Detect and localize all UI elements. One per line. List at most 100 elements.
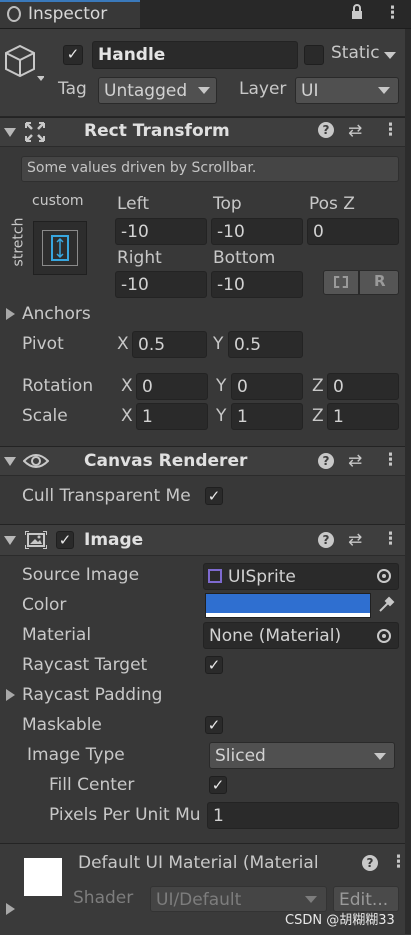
foldout-arrow-icon[interactable] (4, 536, 16, 545)
foldout-arrow-icon[interactable] (4, 128, 16, 137)
gameobject-cube-icon[interactable] (4, 42, 45, 87)
dashed-rect-icon (334, 276, 348, 288)
inspector-tab[interactable]: Inspector (0, 0, 140, 28)
top-field[interactable]: -10 (211, 218, 303, 245)
material-foldout-icon[interactable] (6, 903, 15, 915)
rect-transform-icon (25, 122, 45, 147)
scale-z-label: Z (312, 406, 324, 426)
eyedropper-icon[interactable] (377, 596, 395, 619)
sprite-icon (208, 569, 222, 583)
cull-transparent-checkbox[interactable]: ✓ (205, 487, 223, 505)
layer-label: Layer (239, 79, 287, 99)
image-type-dropdown[interactable]: Sliced (209, 742, 395, 769)
lock-icon[interactable] (351, 4, 363, 20)
static-dropdown-arrow[interactable] (384, 52, 396, 59)
left-field[interactable]: -10 (115, 218, 207, 245)
image-type-value: Sliced (215, 746, 266, 766)
pivot-label: Pivot (22, 334, 64, 354)
raw-edit-button[interactable]: R (359, 270, 399, 295)
shader-label: Shader (73, 888, 134, 908)
scale-y-field[interactable]: 1 (231, 403, 303, 430)
check-icon: ✓ (66, 45, 80, 63)
more-vertical-icon[interactable]: ⋮ (384, 3, 401, 23)
info-icon (7, 6, 21, 22)
rotation-z-field[interactable]: 0 (327, 373, 399, 400)
scale-x-field[interactable]: 1 (136, 403, 208, 430)
rotation-z-label: Z (312, 376, 324, 396)
help-icon[interactable]: ? (318, 122, 334, 138)
canvas-renderer-title: Canvas Renderer (84, 451, 248, 471)
object-picker-icon[interactable] (377, 629, 391, 643)
raycast-padding-foldout-icon[interactable] (6, 689, 15, 701)
anchors-foldout-arrow-icon[interactable] (6, 308, 15, 320)
foldout-arrow-icon[interactable] (4, 457, 16, 466)
source-image-value: UISprite (228, 567, 296, 587)
material-label: Material (22, 625, 92, 645)
check-icon: ✓ (211, 776, 225, 794)
more-vertical-icon[interactable]: ⋮ (382, 450, 399, 470)
presets-sliders-icon[interactable]: ⇄ (348, 451, 362, 471)
static-label: Static (331, 43, 380, 63)
blueprint-mode-button[interactable] (323, 270, 359, 295)
material-field[interactable]: None (Material) (203, 622, 399, 649)
image-enabled-checkbox[interactable]: ✓ (56, 531, 74, 549)
maskable-checkbox[interactable]: ✓ (205, 716, 223, 734)
cull-transparent-label: Cull Transparent Me (22, 486, 191, 506)
raycast-padding-label[interactable]: Raycast Padding (22, 685, 162, 705)
presets-sliders-icon[interactable]: ⇄ (348, 121, 362, 141)
material-thumbnail (24, 858, 62, 896)
anchor-preset-button[interactable] (33, 221, 87, 275)
pivot-x-field[interactable]: 0.5 (132, 331, 207, 358)
tag-label: Tag (58, 79, 87, 99)
bottom-field[interactable]: -10 (211, 271, 303, 298)
shader-edit-label: Edit... (339, 890, 389, 910)
anchor-preset-inner (42, 230, 78, 266)
source-image-field[interactable]: UISprite (203, 563, 399, 590)
color-swatch[interactable] (205, 593, 371, 618)
rotation-y-field[interactable]: 0 (231, 373, 303, 400)
shader-value: UI/Default (156, 890, 242, 910)
help-icon[interactable]: ? (318, 532, 334, 548)
raw-edit-label: R (374, 272, 386, 290)
watermark-text: CSDN @胡糊糊33 (285, 913, 395, 928)
color-alpha-bar (206, 613, 370, 617)
more-vertical-icon[interactable]: ⋮ (382, 120, 399, 140)
presets-sliders-icon[interactable]: ⇄ (348, 530, 362, 550)
right-field[interactable]: -10 (115, 271, 207, 298)
pixels-per-unit-field[interactable]: 1 (207, 802, 399, 829)
scale-x-label: X (121, 406, 133, 426)
image-component-icon (24, 530, 48, 554)
fill-center-label: Fill Center (49, 775, 135, 795)
static-checkbox[interactable] (304, 45, 324, 65)
chevron-down-icon (374, 753, 386, 760)
anchor-stretch-icon (51, 235, 69, 261)
driven-info-box: Some values driven by Scrollbar. (21, 156, 399, 182)
chevron-down-icon (305, 896, 317, 903)
help-icon[interactable]: ? (318, 453, 334, 469)
more-vertical-icon[interactable]: ⋮ (382, 529, 399, 549)
scale-y-label: Y (216, 406, 227, 426)
rect-transform-title: Rect Transform (84, 121, 230, 141)
object-picker-icon[interactable] (377, 569, 391, 583)
layer-value: UI (301, 81, 319, 101)
chevron-down-icon (198, 87, 210, 94)
top-label: Top (213, 194, 242, 214)
eye-icon (22, 452, 50, 475)
scale-label: Scale (22, 406, 68, 426)
help-icon[interactable]: ? (362, 855, 378, 871)
chevron-down-icon (378, 87, 390, 94)
color-label: Color (22, 595, 67, 615)
raycast-target-checkbox[interactable]: ✓ (205, 656, 223, 674)
anchors-label[interactable]: Anchors (22, 304, 91, 324)
rotation-x-field[interactable]: 0 (136, 373, 208, 400)
gameobject-name-field[interactable]: Handle (92, 41, 298, 69)
posz-field[interactable]: 0 (307, 218, 399, 245)
left-label: Left (117, 194, 149, 214)
pivot-y-field[interactable]: 0.5 (228, 331, 303, 358)
driven-info-text: Some values driven by Scrollbar. (27, 160, 257, 176)
gameobject-active-checkbox[interactable]: ✓ (63, 45, 83, 65)
image-title: Image (84, 530, 144, 550)
check-icon: ✓ (207, 716, 221, 734)
fill-center-checkbox[interactable]: ✓ (209, 776, 227, 794)
scale-z-field[interactable]: 1 (327, 403, 399, 430)
